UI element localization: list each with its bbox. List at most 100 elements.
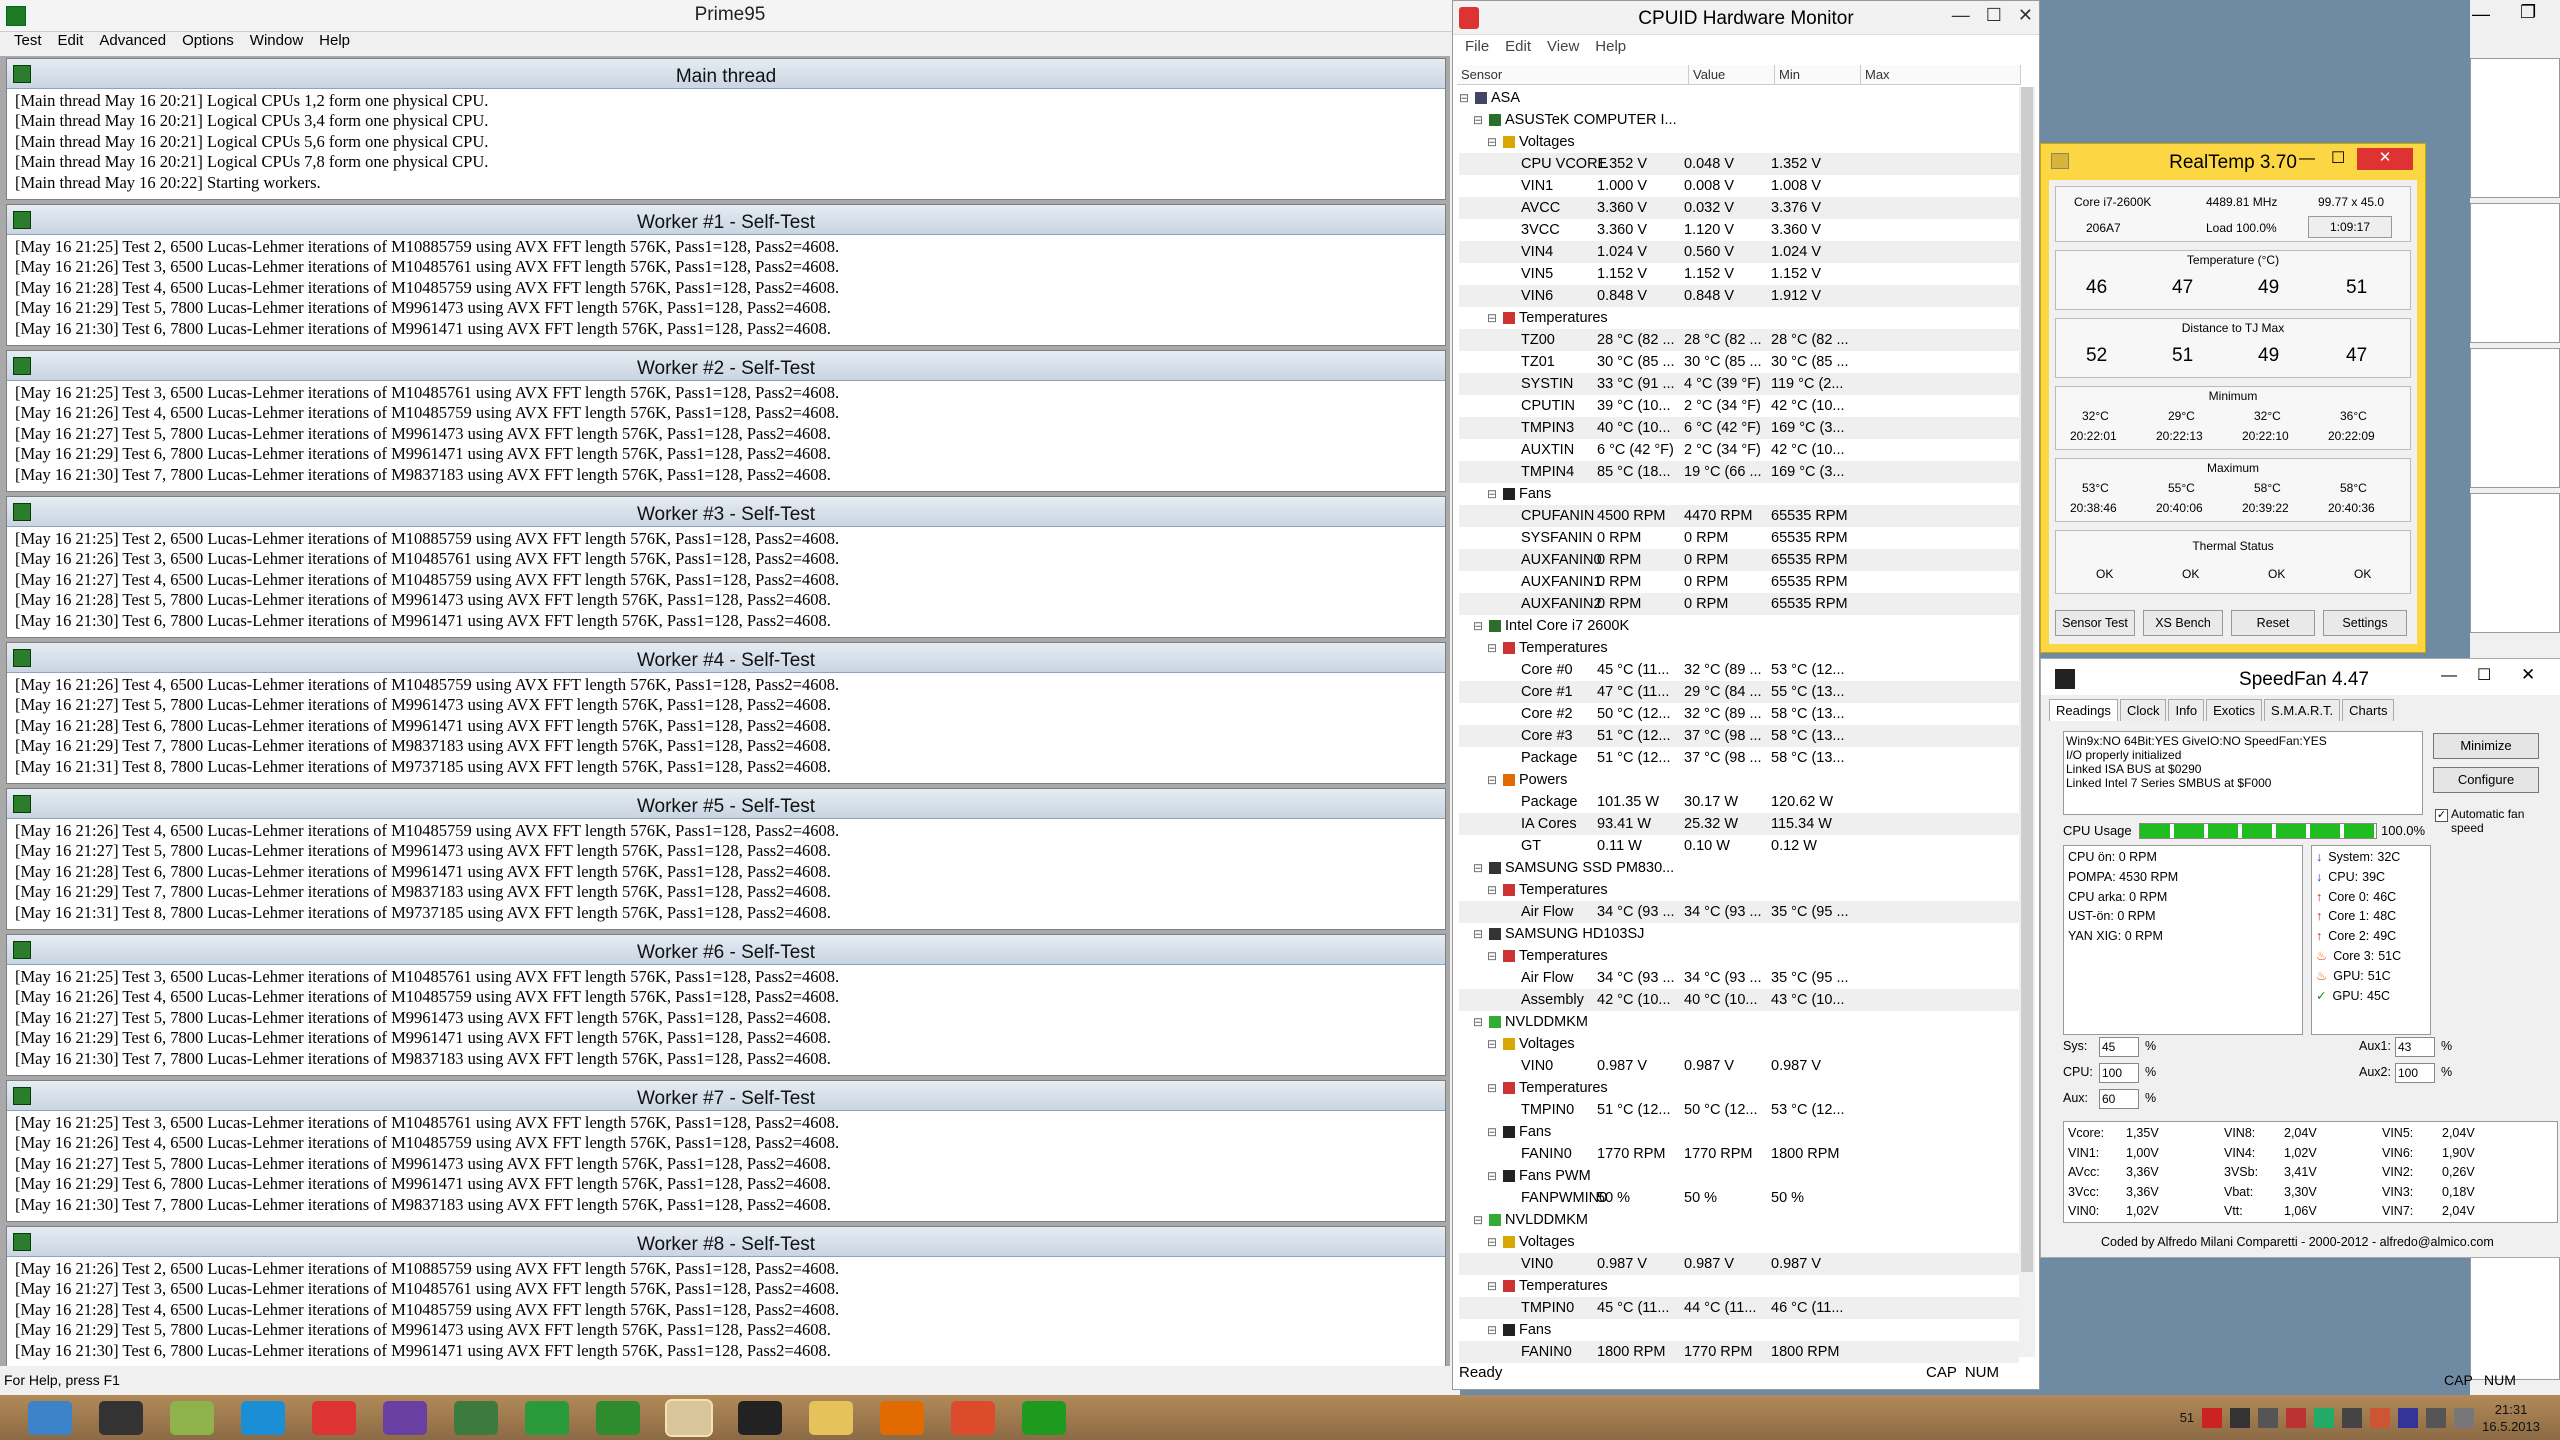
collapse-icon[interactable]: ⊟ <box>1487 131 1497 153</box>
tree-node[interactable]: ⊟ Voltages <box>1459 1033 2019 1055</box>
torrent-icon[interactable] <box>596 1401 640 1435</box>
configure-button[interactable]: Configure <box>2433 767 2539 793</box>
collapse-icon[interactable]: ⊟ <box>1473 1011 1483 1033</box>
collapse-icon[interactable]: ⊟ <box>1473 1209 1483 1231</box>
xs-bench-button[interactable]: XS Bench <box>2143 610 2223 636</box>
sensor-row[interactable]: AUXFANIN2 0 RPM 0 RPM 65535 RPM <box>1459 593 2019 615</box>
store-icon[interactable] <box>241 1401 285 1435</box>
network-icon[interactable] <box>170 1401 214 1435</box>
tree-node[interactable]: ⊟ ASUSTeK COMPUTER I... <box>1459 109 2019 131</box>
sensor-row[interactable]: Package 101.35 W 30.17 W 120.62 W <box>1459 791 2019 813</box>
close-button[interactable]: ✕ <box>2521 665 2535 685</box>
window-restore-button[interactable]: ❐ <box>2520 2 2536 23</box>
sensor-row[interactable]: FANPWMIN0 50 % 50 % 50 % <box>1459 1187 2019 1209</box>
collapse-icon[interactable]: ⊟ <box>1459 87 1469 109</box>
menu-edit[interactable]: Edit <box>50 30 92 54</box>
auto-fan-checkbox[interactable]: ✓ <box>2435 809 2448 822</box>
collapse-icon[interactable]: ⊟ <box>1487 1319 1497 1341</box>
menu-view[interactable]: View <box>1539 35 1587 59</box>
sensor-row[interactable]: Core #2 50 °C (12... 32 °C (89 ... 58 °C (1… <box>1459 703 2019 725</box>
tray-icon[interactable] <box>2230 1407 2251 1428</box>
worker-pane[interactable]: Worker #4 - Self-Test [May 16 21:26] Test… <box>6 642 1446 784</box>
pane-titlebar[interactable]: Worker #4 - Self-Test <box>7 643 1445 673</box>
worker-pane[interactable]: Worker #8 - Self-Test [May 16 21:26] Test… <box>6 1226 1446 1366</box>
worker-pane[interactable]: Worker #6 - Self-Test [May 16 21:25] Test… <box>6 934 1446 1076</box>
tray-icon[interactable] <box>2202 1407 2223 1428</box>
sensor-row[interactable]: AVCC 3.360 V 0.032 V 3.376 V <box>1459 197 2019 219</box>
collapse-icon[interactable]: ⊟ <box>1487 879 1497 901</box>
collapse-icon[interactable]: ⊟ <box>1487 1275 1497 1297</box>
pane-titlebar[interactable]: Worker #7 - Self-Test <box>7 1081 1445 1111</box>
collapse-icon[interactable]: ⊟ <box>1473 615 1483 637</box>
tree-node[interactable]: ⊟ Fans <box>1459 483 2019 505</box>
pane-titlebar[interactable]: Main thread <box>7 59 1445 89</box>
tab-charts[interactable]: Charts <box>2342 699 2395 721</box>
maximize-button[interactable]: ☐ <box>1986 5 2002 26</box>
menu-file[interactable]: File <box>1457 35 1497 59</box>
sensor-row[interactable]: VIN5 1.152 V 1.152 V 1.152 V <box>1459 263 2019 285</box>
pane-titlebar[interactable]: Worker #5 - Self-Test <box>7 789 1445 819</box>
sensor-row[interactable]: SYSTIN 33 °C (91 ... 4 °C (39 °F) 119 °C (2… <box>1459 373 2019 395</box>
reset-button[interactable]: Reset <box>2231 610 2315 636</box>
xbox-icon[interactable] <box>525 1401 569 1435</box>
menu-help[interactable]: Help <box>311 30 358 54</box>
sensor-row[interactable]: TMPIN0 45 °C (11... 44 °C (11... 46 °C (11.… <box>1459 1297 2019 1319</box>
sensor-row[interactable]: CPUTIN 39 °C (10... 2 °C (34 °F) 42 °C (10.… <box>1459 395 2019 417</box>
sensor-row[interactable]: Assembly 42 °C (10... 40 °C (10... 43 °C (1… <box>1459 989 2019 1011</box>
speed-input[interactable]: 100 <box>2395 1063 2435 1083</box>
sensor-row[interactable]: Package 51 °C (12... 37 °C (98 ... 58 °C (1… <box>1459 747 2019 769</box>
sensor-row[interactable]: TMPIN0 51 °C (12... 50 °C (12... 53 °C (12.… <box>1459 1099 2019 1121</box>
settings-button[interactable]: Settings <box>2323 610 2407 636</box>
pane-titlebar[interactable]: Worker #1 - Self-Test <box>7 205 1445 235</box>
column-sensor[interactable]: Sensor <box>1457 65 1689 84</box>
collapse-icon[interactable]: ⊟ <box>1487 1231 1497 1253</box>
tray-icon[interactable] <box>2314 1407 2335 1428</box>
speed-input[interactable]: 60 <box>2099 1089 2139 1109</box>
tray-icon[interactable] <box>2286 1407 2307 1428</box>
speed-input[interactable]: 43 <box>2395 1037 2435 1057</box>
tree-scrollbar[interactable] <box>2019 87 2035 1357</box>
collapse-icon[interactable]: ⊟ <box>1487 769 1497 791</box>
tree-node[interactable]: ⊟ SAMSUNG SSD PM830... <box>1459 857 2019 879</box>
tree-node[interactable]: ⊟ Fans <box>1459 1319 2019 1341</box>
tray-icon[interactable] <box>2398 1407 2419 1428</box>
minimize-button[interactable]: — <box>2441 667 2457 685</box>
maximize-button[interactable]: ☐ <box>2477 665 2491 685</box>
worker-pane[interactable]: Worker #5 - Self-Test [May 16 21:26] Test… <box>6 788 1446 930</box>
tree-node[interactable]: ⊟ ASA <box>1459 87 2019 109</box>
firefox-icon[interactable] <box>880 1401 924 1435</box>
tab-exotics[interactable]: Exotics <box>2206 699 2263 721</box>
sensor-row[interactable]: Core #1 47 °C (11... 29 °C (84 ... 55 °C (1… <box>1459 681 2019 703</box>
sensor-row[interactable]: TMPIN3 40 °C (10... 6 °C (42 °F) 169 °C (3.… <box>1459 417 2019 439</box>
speedfan-icon[interactable] <box>738 1401 782 1435</box>
tray-icon[interactable] <box>2454 1407 2475 1428</box>
collapse-icon[interactable]: ⊟ <box>1487 945 1497 967</box>
sensor-row[interactable]: Core #3 51 °C (12... 37 °C (98 ... 58 °C (1… <box>1459 725 2019 747</box>
collapse-icon[interactable]: ⊟ <box>1487 1033 1497 1055</box>
menu-test[interactable]: Test <box>6 30 50 54</box>
sensor-row[interactable]: FANIN0 1770 RPM 1770 RPM 1800 RPM <box>1459 1143 2019 1165</box>
tree-node[interactable]: ⊟ Temperatures <box>1459 1275 2019 1297</box>
chrome-icon[interactable] <box>951 1401 995 1435</box>
sensor-row[interactable]: TZ01 30 °C (85 ... 30 °C (85 ... 30 °C (85 … <box>1459 351 2019 373</box>
minimize-button[interactable]: — <box>2299 150 2315 168</box>
sensor-row[interactable]: TMPIN4 85 °C (18... 19 °C (66 ... 169 °C (3… <box>1459 461 2019 483</box>
tree-node[interactable]: ⊟ Temperatures <box>1459 307 2019 329</box>
desktop-icon[interactable] <box>28 1401 72 1435</box>
tray-icon[interactable] <box>2258 1407 2279 1428</box>
sensor-row[interactable]: VIN6 0.848 V 0.848 V 1.912 V <box>1459 285 2019 307</box>
worker-pane[interactable]: Worker #1 - Self-Test [May 16 21:25] Test… <box>6 204 1446 346</box>
tree-node[interactable]: ⊟ Temperatures <box>1459 1077 2019 1099</box>
speedfan-log[interactable]: Win9x:NO 64Bit:YES GiveIO:NO SpeedFan:YE… <box>2063 731 2423 815</box>
speed-input[interactable]: 45 <box>2099 1037 2139 1057</box>
tray-icon[interactable] <box>2370 1407 2391 1428</box>
cpuid-titlebar[interactable]: CPUID Hardware Monitor — ☐ ✕ <box>1453 1 2039 35</box>
close-button[interactable]: ✕ <box>2357 148 2413 170</box>
tree-node[interactable]: ⊟ Intel Core i7 2600K <box>1459 615 2019 637</box>
prime95-icon[interactable] <box>1022 1401 1066 1435</box>
column-min[interactable]: Min <box>1775 65 1861 84</box>
sensor-row[interactable]: 3VCC 3.360 V 1.120 V 3.360 V <box>1459 219 2019 241</box>
sensor-row[interactable]: TZ00 28 °C (82 ... 28 °C (82 ... 28 °C (82 … <box>1459 329 2019 351</box>
sensor-row[interactable]: Core #0 45 °C (11... 32 °C (89 ... 53 °C (1… <box>1459 659 2019 681</box>
sensor-row[interactable]: FANIN0 1800 RPM 1770 RPM 1800 RPM <box>1459 1341 2019 1363</box>
